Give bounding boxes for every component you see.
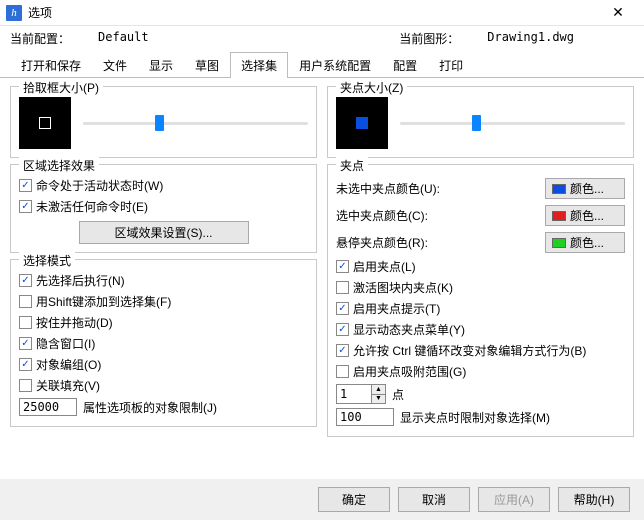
grip-checkbox-1[interactable] (336, 281, 349, 294)
ok-button[interactable]: 确定 (318, 487, 390, 512)
config-label: 当前配置： (10, 30, 70, 47)
grips-group: 夹点 未选中夹点颜色(U): 颜色... 选中夹点颜色(C): 颜色... 悬停… (327, 164, 634, 437)
hover-color-button[interactable]: 颜色... (545, 232, 625, 253)
label-cmd-active: 命令处于活动状态时(W) (36, 177, 163, 194)
grip-spin[interactable]: 1 ▲▼ (336, 384, 386, 404)
tab-7[interactable]: 打印 (428, 52, 474, 78)
selmode-title: 选择模式 (19, 252, 75, 269)
sel-color-button[interactable]: 颜色... (545, 205, 625, 226)
label-no-cmd: 未激活任何命令时(E) (36, 198, 148, 215)
pickbox-preview (19, 97, 71, 149)
grip-checkbox-2[interactable]: ✓ (336, 302, 349, 315)
selmode-limit-input[interactable]: 25000 (19, 398, 77, 416)
grip-checkbox-5[interactable] (336, 365, 349, 378)
grip-label-3: 显示动态夹点菜单(Y) (353, 321, 465, 338)
window-title: 选项 (28, 4, 598, 21)
selmode-label-1: 用Shift键添加到选择集(F) (36, 293, 171, 310)
tab-6[interactable]: 配置 (382, 52, 428, 78)
unsel-color-label: 未选中夹点颜色(U): (336, 180, 539, 197)
grip-checkbox-3[interactable]: ✓ (336, 323, 349, 336)
selmode-checkbox-2[interactable] (19, 316, 32, 329)
sel-color-label: 选中夹点颜色(C): (336, 207, 539, 224)
selmode-checkbox-5[interactable] (19, 379, 32, 392)
selmode-checkbox-1[interactable] (19, 295, 32, 308)
checkbox-no-cmd[interactable]: ✓ (19, 200, 32, 213)
apply-button[interactable]: 应用(A) (478, 487, 550, 512)
selmode-group: 选择模式 ✓先选择后执行(N)用Shift键添加到选择集(F)按住并拖动(D)✓… (10, 259, 317, 427)
selmode-checkbox-4[interactable]: ✓ (19, 358, 32, 371)
grip-label-4: 允许按 Ctrl 键循环改变对象编辑方式行为(B) (353, 342, 586, 359)
selmode-label-5: 关联填充(V) (36, 377, 100, 394)
gripsize-slider[interactable] (400, 113, 625, 133)
cancel-button[interactable]: 取消 (398, 487, 470, 512)
grip-label-5: 启用夹点吸附范围(G) (353, 363, 466, 380)
selmode-checkbox-3[interactable]: ✓ (19, 337, 32, 350)
hover-color-label: 悬停夹点颜色(R): (336, 234, 539, 251)
tab-2[interactable]: 显示 (138, 52, 184, 78)
spin-up-icon[interactable]: ▲ (372, 385, 385, 395)
selmode-label-2: 按住并拖动(D) (36, 314, 113, 331)
grip-checkbox-4[interactable]: ✓ (336, 344, 349, 357)
drawing-label: 当前图形： (399, 30, 459, 47)
region-group: 区域选择效果 ✓命令处于活动状态时(W) ✓未激活任何命令时(E) 区域效果设置… (10, 164, 317, 253)
grip-limit-input[interactable]: 100 (336, 408, 394, 426)
region-settings-button[interactable]: 区域效果设置(S)... (79, 221, 249, 244)
help-button[interactable]: 帮助(H) (558, 487, 630, 512)
tab-0[interactable]: 打开和保存 (10, 52, 92, 78)
pickbox-group: 拾取框大小(P) (10, 86, 317, 158)
grips-title: 夹点 (336, 157, 368, 174)
grip-spin-unit: 点 (392, 386, 404, 403)
drawing-value: Drawing1.dwg (487, 30, 574, 47)
spin-down-icon[interactable]: ▼ (372, 395, 385, 404)
tab-3[interactable]: 草图 (184, 52, 230, 78)
grip-label-1: 激活图块内夹点(K) (353, 279, 453, 296)
selmode-label-4: 对象编组(O) (36, 356, 101, 373)
region-title: 区域选择效果 (19, 157, 99, 174)
pickbox-title: 拾取框大小(P) (19, 79, 103, 96)
grip-label-2: 启用夹点提示(T) (353, 300, 440, 317)
grip-label-0: 启用夹点(L) (353, 258, 416, 275)
gripsize-preview (336, 97, 388, 149)
selmode-label-3: 隐含窗口(I) (36, 335, 95, 352)
unsel-color-button[interactable]: 颜色... (545, 178, 625, 199)
selmode-limit-label: 属性选项板的对象限制(J) (83, 399, 217, 416)
gripsize-title: 夹点大小(Z) (336, 79, 407, 96)
selmode-label-0: 先选择后执行(N) (36, 272, 125, 289)
tab-4[interactable]: 选择集 (230, 52, 288, 78)
pickbox-slider[interactable] (83, 113, 308, 133)
grip-checkbox-0[interactable]: ✓ (336, 260, 349, 273)
close-icon[interactable]: ✕ (598, 4, 638, 21)
app-icon: h (6, 5, 22, 21)
grip-limit-label: 显示夹点时限制对象选择(M) (400, 409, 550, 426)
checkbox-cmd-active[interactable]: ✓ (19, 179, 32, 192)
tab-1[interactable]: 文件 (92, 52, 138, 78)
selmode-checkbox-0[interactable]: ✓ (19, 274, 32, 287)
gripsize-group: 夹点大小(Z) (327, 86, 634, 158)
tab-5[interactable]: 用户系统配置 (288, 52, 382, 78)
config-value: Default (98, 30, 149, 47)
